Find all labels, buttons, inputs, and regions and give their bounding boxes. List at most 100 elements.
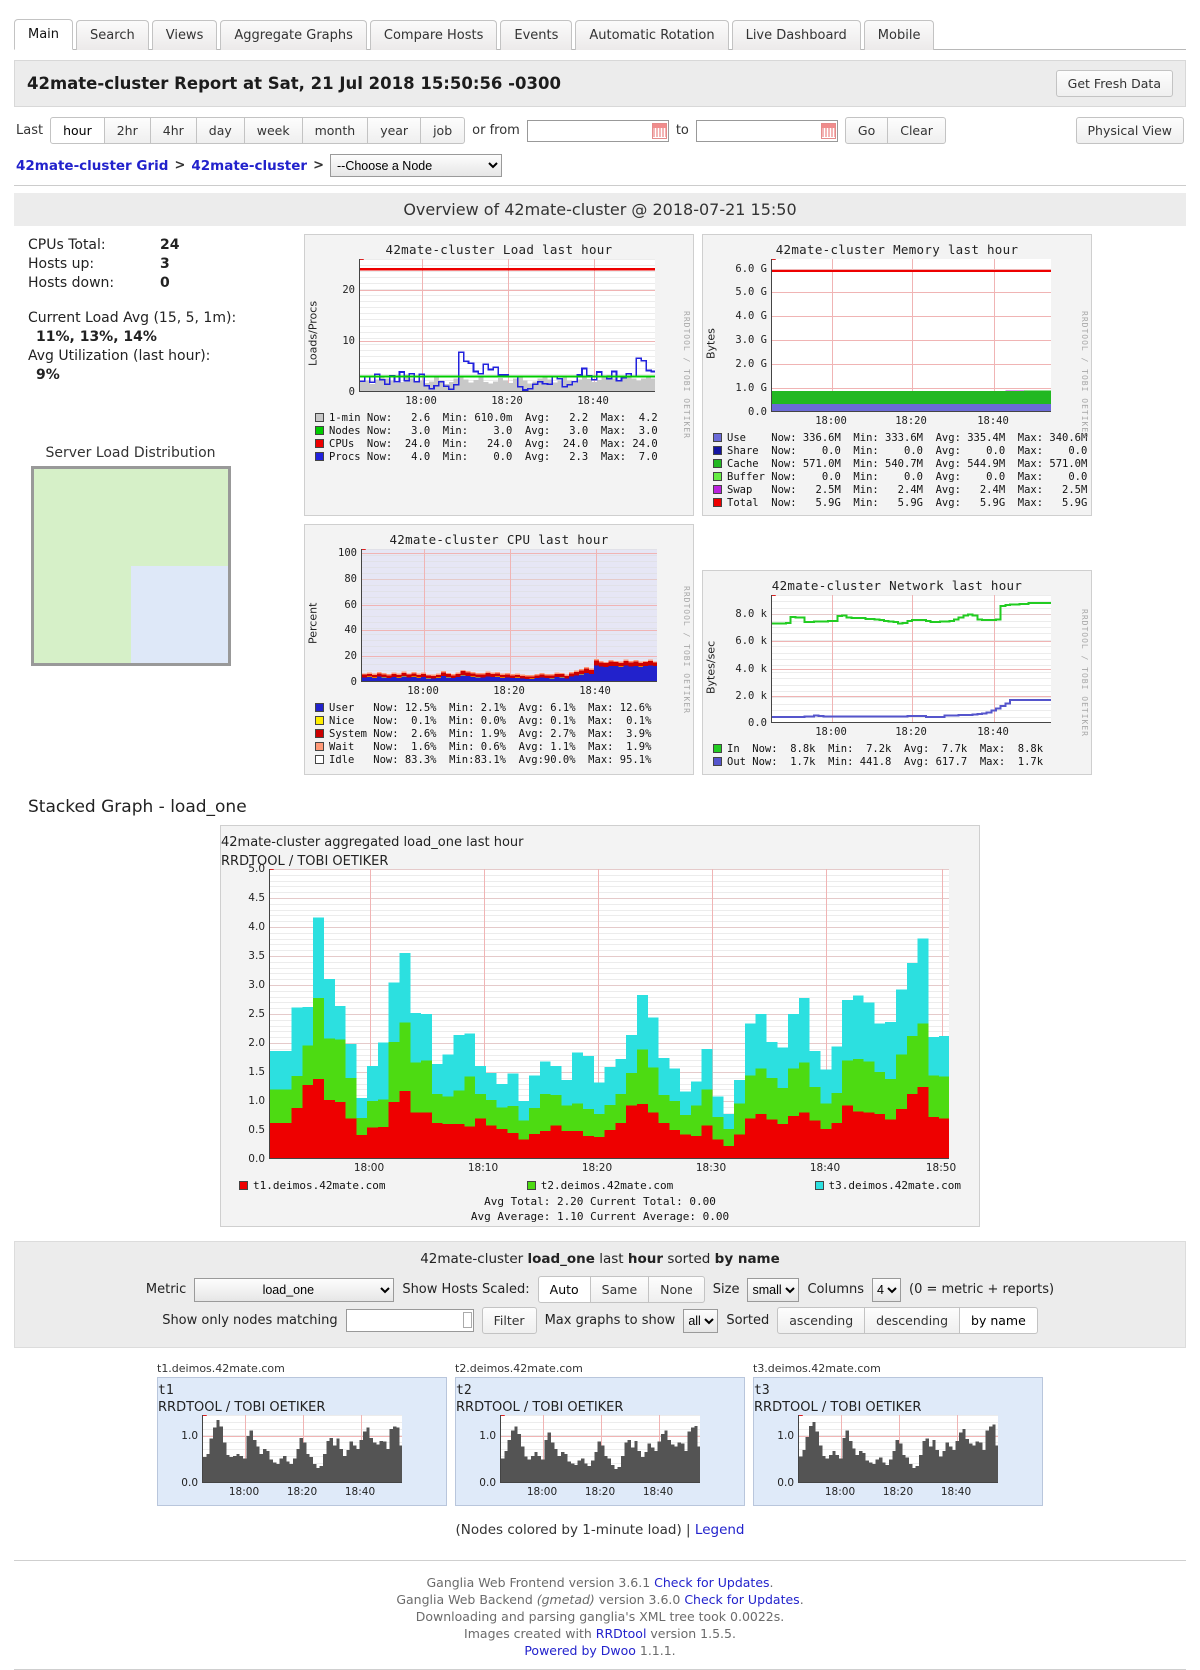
spinner-icon[interactable] (462, 1312, 472, 1328)
summary-mid: last (599, 1251, 624, 1267)
legend-text: In Now: 8.8k Min: 7.2k Avg: 7.7k Max: 8.… (727, 742, 1044, 755)
range-hour[interactable]: hour (50, 117, 105, 144)
to-date-input[interactable] (695, 119, 838, 142)
tab-automatic-rotation[interactable]: Automatic Rotation (575, 20, 729, 50)
columns-select[interactable]: 4 (872, 1277, 902, 1302)
avg-utilization-value: 9% (36, 367, 60, 383)
to-label: to (675, 123, 689, 138)
tab-search[interactable]: Search (76, 20, 149, 50)
thumbnail-plot-area[interactable] (798, 1415, 998, 1483)
legend-swatch-icon (315, 703, 324, 712)
range-4hr[interactable]: 4hr (149, 117, 197, 144)
tab-compare-hosts[interactable]: Compare Hosts (369, 20, 498, 50)
stat-key: CPUs Total: (28, 237, 106, 253)
tab-live-dashboard[interactable]: Live Dashboard (731, 20, 861, 50)
y-tick: 6.0 k (735, 635, 767, 648)
legend-swatch-icon (713, 485, 722, 494)
stat-key: Hosts down: (28, 275, 115, 291)
tab-aggregate-graphs[interactable]: Aggregate Graphs (220, 20, 367, 50)
node-thumbnail[interactable]: t3.deimos.42mate.com t3 RRDTOOL / TOBI OET… (753, 1362, 1043, 1506)
x-tick: 18:20 (581, 1162, 613, 1174)
memory-graph-box[interactable]: 42mate-cluster Memory last hour RRDTOOL /… (702, 234, 1092, 516)
range-job[interactable]: job (420, 117, 466, 144)
stacked-plot-area[interactable] (269, 869, 949, 1159)
scaled-auto[interactable]: Auto (537, 1276, 591, 1303)
from-date-field[interactable] (526, 119, 669, 142)
load-average-block: Current Load Avg (15, 5, 1m): 11%, 13%, … (28, 309, 304, 385)
sort-ascending[interactable]: ascending (777, 1307, 866, 1334)
x-tick: 18:00 (353, 1162, 385, 1174)
clear-button[interactable]: Clear (887, 117, 946, 144)
cpu-graph-box[interactable]: 42mate-cluster CPU last hour RRDTOOL / TO… (304, 524, 694, 775)
network-plot-area[interactable] (771, 595, 1051, 723)
y-tick: 2.0 (248, 1037, 265, 1049)
calendar-icon[interactable] (820, 122, 836, 139)
breadcrumb-grid-link[interactable]: 42mate-cluster Grid (16, 158, 168, 174)
stacked-graph-box[interactable]: 42mate-cluster aggregated load_one last … (220, 825, 980, 1227)
treemap-cell-blue[interactable] (131, 566, 228, 663)
overview-graphs: 42mate-cluster Load last hour RRDTOOL / T… (304, 234, 1186, 775)
thumbnail-graph-box[interactable]: t1 RRDTOOL / TOBI OETIKER 0.0 1.0 18:00 18:20… (157, 1377, 447, 1506)
server-load-distribution-treemap[interactable] (31, 466, 231, 666)
thumbnail-plot-area[interactable] (500, 1415, 700, 1483)
y-tick: 1.0 (181, 1430, 198, 1443)
rrdtool-link[interactable]: RRDtool (596, 1626, 647, 1641)
stacked-graph-heading: Stacked Graph - load_one (28, 797, 247, 817)
memory-plot-area[interactable] (771, 259, 1051, 412)
range-week[interactable]: week (243, 117, 303, 144)
calendar-icon[interactable] (651, 122, 667, 139)
y-axis: 0.0 1.0 (158, 1415, 202, 1489)
footer-line-1: Ganglia Web Frontend version 3.6.1 Check… (14, 1574, 1186, 1591)
thumbnail-plot-area[interactable] (202, 1415, 402, 1483)
legend-row: Nodes Now: 3.0 Min: 3.0 Avg: 3.0 Max: 3.… (315, 424, 693, 437)
nodes-matching-input[interactable] (345, 1309, 474, 1332)
tab-events[interactable]: Events (500, 20, 573, 50)
nodes-matching-field[interactable] (345, 1309, 474, 1332)
thumbnail-graph-box[interactable]: t3 RRDTOOL / TOBI OETIKER 0.0 1.0 18:00 18:20… (753, 1377, 1043, 1506)
check-updates-link[interactable]: Check for Updates (654, 1575, 769, 1590)
metric-select[interactable]: load_one (194, 1277, 395, 1302)
footer-text: Images created with (464, 1626, 596, 1641)
tab-main[interactable]: Main (14, 19, 74, 50)
cpu-plot-area[interactable] (361, 549, 657, 682)
size-select[interactable]: small (747, 1277, 800, 1302)
tab-mobile[interactable]: Mobile (863, 20, 935, 50)
network-graph-box[interactable]: 42mate-cluster Network last hour RRDTOOL … (702, 570, 1092, 775)
physical-view-button[interactable]: Physical View (1075, 117, 1184, 144)
choose-node-select[interactable]: --Choose a Node (330, 154, 502, 177)
y-tick: 1.0 (777, 1430, 794, 1443)
from-date-input[interactable] (526, 119, 669, 142)
max-graphs-select[interactable]: all (683, 1308, 719, 1333)
range-month[interactable]: month (301, 117, 369, 144)
node-thumbnail[interactable]: t1.deimos.42mate.com t1 RRDTOOL / TOBI OET… (157, 1362, 447, 1506)
gmetad-italic: (gmetad) (536, 1592, 595, 1607)
load-graph-box[interactable]: 42mate-cluster Load last hour RRDTOOL / T… (304, 234, 694, 516)
legend-link[interactable]: Legend (695, 1522, 745, 1538)
y-axis: 0 20 40 60 80 100 (321, 547, 361, 688)
load-plot-area[interactable] (359, 259, 655, 392)
footer-text: Ganglia Web Backend (396, 1592, 537, 1607)
filter-button[interactable]: Filter (481, 1307, 537, 1334)
range-day[interactable]: day (195, 117, 245, 144)
tab-views[interactable]: Views (151, 20, 218, 50)
scaled-same[interactable]: Same (589, 1276, 650, 1303)
sort-by-name[interactable]: by name (959, 1307, 1038, 1334)
rrdtool-watermark: RRDTOOL / TOBI OETIKER (682, 311, 691, 439)
dwoo-link[interactable]: Powered by Dwoo (524, 1643, 636, 1658)
node-thumbnail[interactable]: t2.deimos.42mate.com t2 RRDTOOL / TOBI OET… (455, 1362, 745, 1506)
avg-total-line: Avg Total: 2.20 Current Total: 0.00 (484, 1195, 716, 1208)
to-date-field[interactable] (695, 119, 838, 142)
range-2hr[interactable]: 2hr (103, 117, 151, 144)
x-axis: 18:00 18:20 18:40 (500, 1483, 700, 1499)
x-tick: 18:20 (491, 395, 523, 407)
thumbnail-graph-box[interactable]: t2 RRDTOOL / TOBI OETIKER 0.0 1.0 18:00 18:20… (455, 1377, 745, 1506)
range-year[interactable]: year (367, 117, 422, 144)
sort-descending[interactable]: descending (864, 1307, 961, 1334)
scaled-none[interactable]: None (648, 1276, 705, 1303)
go-button[interactable]: Go (844, 117, 889, 144)
x-axis: 18:00 18:20 18:40 (202, 1483, 402, 1499)
check-updates-link[interactable]: Check for Updates (684, 1592, 799, 1607)
get-fresh-data-button[interactable]: Get Fresh Data (1055, 70, 1173, 97)
breadcrumb-cluster-link[interactable]: 42mate-cluster (191, 158, 307, 174)
nodes-colored-note: (Nodes colored by 1-minute load) | Legen… (14, 1522, 1186, 1538)
